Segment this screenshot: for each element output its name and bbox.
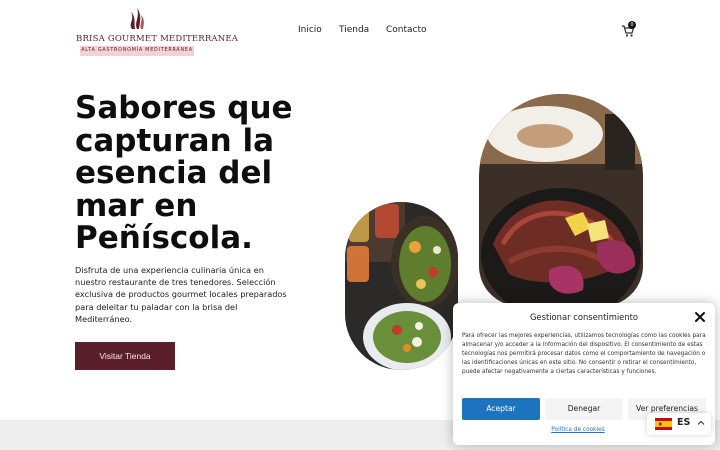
cart-count-badge: 0 [628, 21, 636, 29]
food-photo-steak [479, 94, 643, 306]
language-switcher[interactable]: ES [647, 413, 711, 435]
brand-name: BRISA GOURMET MEDITERRANEA [76, 34, 239, 44]
nav-tienda[interactable]: Tienda [339, 25, 369, 35]
accept-button[interactable]: Aceptar [462, 398, 540, 420]
spain-flag-icon [655, 418, 672, 430]
food-photo-salad [345, 202, 458, 370]
visit-shop-button[interactable]: Visitar Tienda [75, 342, 175, 370]
nav-inicio[interactable]: Inicio [298, 25, 322, 35]
site-logo[interactable]: BRISA GOURMET MEDITERRANEA ALTA GASTRONO… [76, 6, 239, 56]
cookie-title: Gestionar consentimiento [529, 312, 639, 322]
language-code: ES [677, 417, 691, 428]
deny-button[interactable]: Denegar [545, 398, 623, 420]
brand-tagline: ALTA GASTRONOMÍA MEDITERRÁNEA [80, 46, 194, 56]
hero-description: Disfruta de una experiencia culinaria ún… [75, 265, 287, 324]
close-icon[interactable] [694, 311, 706, 323]
hero-title: Sabores que capturan la esencia del mar … [75, 90, 293, 256]
chevron-up-icon [697, 420, 705, 425]
cookie-description: Para ofrecer las mejores experiencias, u… [462, 333, 706, 375]
nav-contacto[interactable]: Contacto [386, 25, 427, 35]
flame-logo-icon [130, 8, 144, 29]
